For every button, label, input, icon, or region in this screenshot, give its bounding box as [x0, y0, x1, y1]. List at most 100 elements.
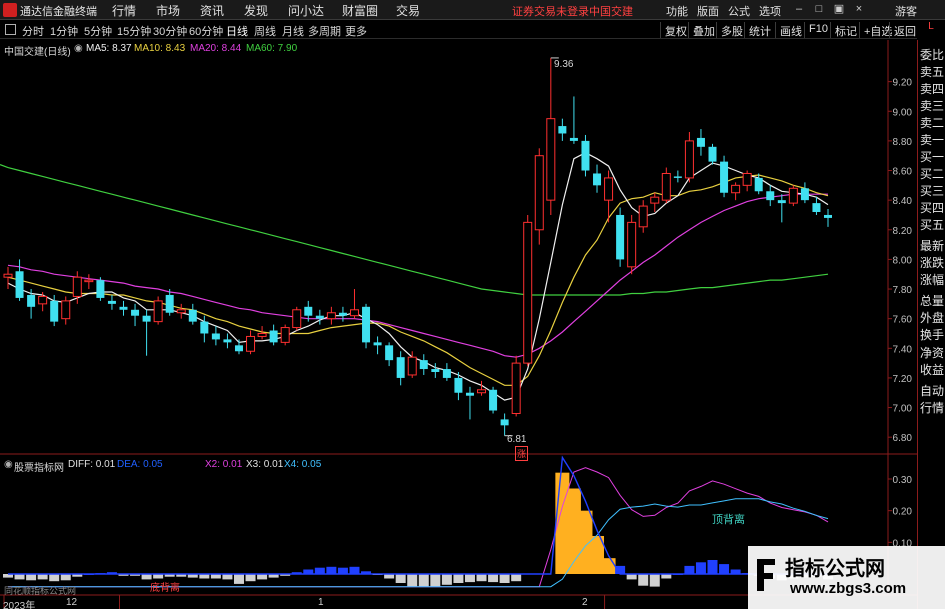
side-item-change[interactable]: 涨跌	[920, 256, 945, 271]
side-item-sell3[interactable]: 卖三	[920, 99, 945, 114]
side-item-sell2[interactable]: 卖二	[920, 116, 945, 131]
tab-period-30min[interactable]: 30分钟	[153, 23, 187, 39]
price-tick-label: 7.80	[893, 285, 913, 296]
price-tick-label: 6.80	[893, 433, 913, 444]
side-item-sell5[interactable]: 卖五	[920, 65, 945, 80]
back-button[interactable]: 返回	[889, 22, 920, 38]
candle-body-down	[188, 309, 197, 322]
candle-body-down	[465, 392, 474, 396]
chart-grid	[0, 40, 917, 596]
statistics-button[interactable]: 统计	[744, 22, 775, 38]
price-tick-label: 7.60	[893, 315, 913, 326]
menu-item-discover[interactable]: 发现	[244, 2, 268, 19]
indicator-bar	[464, 574, 475, 583]
ma60-line	[7, 167, 829, 296]
tab-period-more[interactable]: 更多	[345, 23, 367, 39]
side-item-weibi[interactable]: 委比	[920, 48, 945, 63]
menu-item-trade[interactable]: 交易	[396, 2, 420, 19]
candle-body-up	[661, 172, 671, 201]
indicator-bar	[488, 574, 499, 583]
multi-stock-button[interactable]: 多股	[716, 22, 747, 38]
side-item-outer[interactable]: 外盘	[920, 311, 945, 326]
tab-period-monthly[interactable]: 月线	[282, 23, 304, 39]
candle-body-up	[604, 177, 614, 201]
menu-item-wealth-circle[interactable]: 财富圈	[342, 2, 378, 19]
menu-item-options[interactable]: 选项	[759, 3, 781, 19]
level2-badge[interactable]: L	[917, 21, 945, 39]
tab-period-daily[interactable]: 日线	[226, 23, 248, 39]
watermark-title: 指标公式网	[785, 558, 885, 580]
high-price-label: 9.36	[554, 59, 574, 70]
tab-period-5min[interactable]: 5分钟	[84, 23, 112, 39]
menu-item-formula[interactable]: 公式	[728, 3, 750, 19]
side-item-auto[interactable]: 自动	[920, 384, 945, 399]
menu-item-function[interactable]: 功能	[666, 3, 688, 19]
low-price-label: 6.81	[507, 434, 527, 445]
close-icon[interactable]: ×	[852, 2, 866, 16]
price-tick-label: 7.20	[893, 374, 913, 385]
tab-period-15min[interactable]: 15分钟	[117, 23, 151, 39]
f10-button[interactable]: F10	[804, 22, 832, 38]
candle-body-down	[581, 140, 590, 171]
ma5-line	[7, 152, 829, 401]
ma20-line	[7, 193, 828, 358]
indicator-settings-icon[interactable]: ◉	[4, 459, 13, 470]
ma10-line	[7, 174, 829, 386]
side-item-buy4[interactable]: 买四	[920, 201, 945, 216]
login-status[interactable]: 证券交易未登录	[512, 3, 589, 19]
minimize-icon[interactable]: –	[792, 2, 806, 16]
side-item-latest[interactable]: 最新	[920, 239, 945, 254]
ma60-legend: MA60: 7.90	[246, 43, 298, 54]
candle-body-down	[234, 345, 243, 352]
side-item-quotes[interactable]: 行情	[920, 401, 945, 416]
indicator-tick-label: 0.20	[893, 507, 913, 518]
side-panel: 委比 卖五 卖四 卖三 卖二 卖一 买一 买二 买三 买四 买五 最新 涨跌 涨…	[917, 40, 945, 609]
candle-body-down	[107, 300, 116, 304]
menu-item-news[interactable]: 资讯	[200, 2, 224, 19]
candle-body-up	[38, 295, 48, 305]
side-item-buy3[interactable]: 买三	[920, 184, 945, 199]
x3-legend: X3: 0.01	[246, 459, 284, 470]
side-item-net-assets[interactable]: 净资	[920, 346, 945, 361]
indicator-bar	[626, 574, 637, 580]
side-item-sell4[interactable]: 卖四	[920, 82, 945, 97]
x2-legend: X2: 0.01	[205, 459, 243, 470]
tab-period-multi[interactable]: 多周期	[308, 23, 341, 39]
side-item-buy5[interactable]: 买五	[920, 218, 945, 233]
overlay-button[interactable]: 叠加	[688, 22, 719, 38]
side-item-buy1[interactable]: 买一	[920, 150, 945, 165]
tab-period-1min[interactable]: 1分钟	[50, 23, 78, 39]
menu-item-layout[interactable]: 版面	[697, 3, 719, 19]
adjust-button[interactable]: 复权	[660, 22, 691, 38]
menu-item-market[interactable]: 行情	[112, 2, 136, 19]
side-item-sell1[interactable]: 卖一	[920, 133, 945, 148]
tab-period-intraday[interactable]: 分时	[22, 23, 44, 39]
maximize-icon[interactable]: ▣	[832, 2, 846, 16]
kline-chart[interactable]: 9.20 9.00 8.80 8.60 8.40 8.20 8.00 7.80 7.60 7.40…	[0, 40, 917, 609]
side-item-turnover[interactable]: 换手	[920, 328, 945, 343]
tab-period-60min[interactable]: 60分钟	[189, 23, 223, 39]
menu-item-markets[interactable]: 市场	[156, 2, 180, 19]
bottom-divergence-label: 底背离	[150, 583, 180, 594]
menu-item-ask[interactable]: 问小达	[288, 2, 324, 19]
app-title: 通达信金融终端	[20, 6, 97, 18]
side-item-earnings[interactable]: 收益	[920, 363, 945, 378]
candle-body-up	[61, 300, 71, 320]
side-item-change-pct[interactable]: 涨幅	[920, 273, 945, 288]
candle-body-down	[27, 294, 36, 307]
restore-icon[interactable]: □	[812, 2, 826, 16]
side-item-buy2[interactable]: 买二	[920, 167, 945, 182]
mark-button[interactable]: 标记	[830, 22, 861, 38]
chart-settings-icon[interactable]: ◉	[74, 43, 83, 54]
indicator-bar	[453, 574, 464, 583]
guest-label[interactable]: 游客	[895, 3, 917, 19]
layout-toggle-icon[interactable]	[5, 24, 16, 35]
watermark-logo-icon	[757, 559, 775, 591]
draw-line-button[interactable]: 画线	[775, 22, 806, 38]
tab-period-weekly[interactable]: 周线	[254, 23, 276, 39]
candle-body-up	[788, 187, 798, 204]
indicator-bar	[245, 574, 256, 582]
candle-body-up	[176, 309, 186, 314]
side-item-volume[interactable]: 总量	[920, 294, 945, 309]
indicator-bar	[499, 574, 510, 583]
